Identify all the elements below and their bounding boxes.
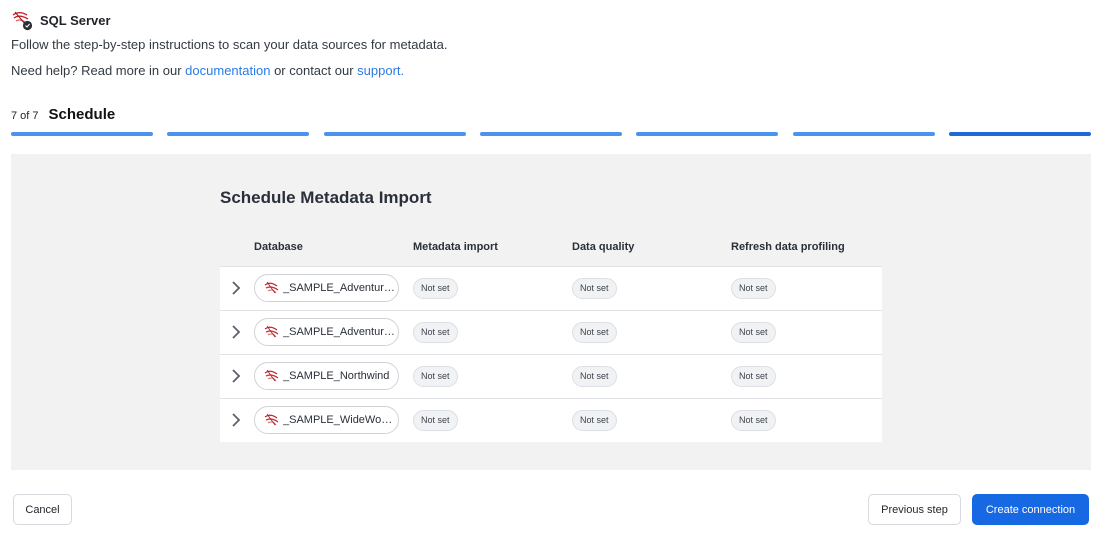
metadata-import-status-badge[interactable]: Not set xyxy=(413,366,458,387)
table-row: _SAMPLE_Northwind Not set Not set Not se… xyxy=(220,354,882,398)
progress-segment-5 xyxy=(636,132,778,136)
help-prefix: Need help? Read more in our xyxy=(11,63,186,78)
progress-segment-7 xyxy=(949,132,1091,136)
database-name: _SAMPLE_WideWorldImporters xyxy=(283,414,395,426)
progress-segment-4 xyxy=(480,132,622,136)
metadata-import-status-badge[interactable]: Not set xyxy=(413,278,458,299)
step-indicator: 7 of 7 Schedule xyxy=(11,106,115,123)
intro-text: Follow the step-by-step instructions to … xyxy=(11,37,448,52)
chevron-right-icon[interactable] xyxy=(230,412,242,428)
refresh-profiling-status-badge[interactable]: Not set xyxy=(731,366,776,387)
help-middle: or contact our xyxy=(270,63,358,78)
step-name: Schedule xyxy=(48,106,116,123)
metadata-import-status-badge[interactable]: Not set xyxy=(413,322,458,343)
progress-segment-2 xyxy=(167,132,309,136)
help-text: Need help? Read more in our documentatio… xyxy=(11,63,404,78)
step-count: 7 of 7 xyxy=(11,110,39,122)
data-quality-status-badge[interactable]: Not set xyxy=(572,410,617,431)
documentation-link[interactable]: documentation xyxy=(185,63,270,78)
refresh-profiling-status-badge[interactable]: Not set xyxy=(731,322,776,343)
step-progress-bar xyxy=(11,132,1091,136)
progress-segment-1 xyxy=(11,132,153,136)
sql-server-icon xyxy=(264,281,279,294)
data-quality-status-badge[interactable]: Not set xyxy=(572,322,617,343)
refresh-profiling-status-badge[interactable]: Not set xyxy=(731,410,776,431)
column-header-refresh-data-profiling: Refresh data profiling xyxy=(731,241,845,253)
sql-server-icon xyxy=(264,369,279,382)
metadata-import-status-badge[interactable]: Not set xyxy=(413,410,458,431)
column-header-database: Database xyxy=(254,241,303,253)
table-row: _SAMPLE_AdventureWorks Not set Not set N… xyxy=(220,266,882,310)
previous-step-button[interactable]: Previous step xyxy=(868,494,961,525)
create-connection-button[interactable]: Create connection xyxy=(972,494,1089,525)
app-header: SQL Server xyxy=(11,9,111,31)
app-title: SQL Server xyxy=(40,12,111,28)
sql-server-icon xyxy=(264,413,279,426)
chevron-right-icon[interactable] xyxy=(230,368,242,384)
table-header: Database Metadata import Data quality Re… xyxy=(220,234,882,266)
refresh-profiling-status-badge[interactable]: Not set xyxy=(731,278,776,299)
sql-server-icon xyxy=(11,9,33,31)
cancel-button[interactable]: Cancel xyxy=(13,494,72,525)
progress-segment-3 xyxy=(324,132,466,136)
chevron-right-icon[interactable] xyxy=(230,280,242,296)
panel-title: Schedule Metadata Import xyxy=(220,188,432,207)
database-chip[interactable]: _SAMPLE_WideWorldImporters xyxy=(254,406,399,434)
database-name: _SAMPLE_AdventureWorks xyxy=(283,282,395,294)
schedule-table: Database Metadata import Data quality Re… xyxy=(220,234,882,442)
data-quality-status-badge[interactable]: Not set xyxy=(572,278,617,299)
progress-segment-6 xyxy=(793,132,935,136)
column-header-metadata-import: Metadata import xyxy=(413,241,498,253)
column-header-data-quality: Data quality xyxy=(572,241,635,253)
chevron-right-icon[interactable] xyxy=(230,324,242,340)
database-name: _SAMPLE_AdventureWorksDW xyxy=(283,326,395,338)
data-quality-status-badge[interactable]: Not set xyxy=(572,366,617,387)
sql-server-icon xyxy=(264,325,279,338)
schedule-panel: Schedule Metadata Import Database Metada… xyxy=(11,154,1091,470)
database-chip[interactable]: _SAMPLE_AdventureWorksDW xyxy=(254,318,399,346)
table-row: _SAMPLE_WideWorldImporters Not set Not s… xyxy=(220,398,882,442)
database-chip[interactable]: _SAMPLE_AdventureWorks xyxy=(254,274,399,302)
table-row: _SAMPLE_AdventureWorksDW Not set Not set… xyxy=(220,310,882,354)
database-chip[interactable]: _SAMPLE_Northwind xyxy=(254,362,399,390)
database-name: _SAMPLE_Northwind xyxy=(283,370,390,382)
support-link[interactable]: support. xyxy=(357,63,404,78)
